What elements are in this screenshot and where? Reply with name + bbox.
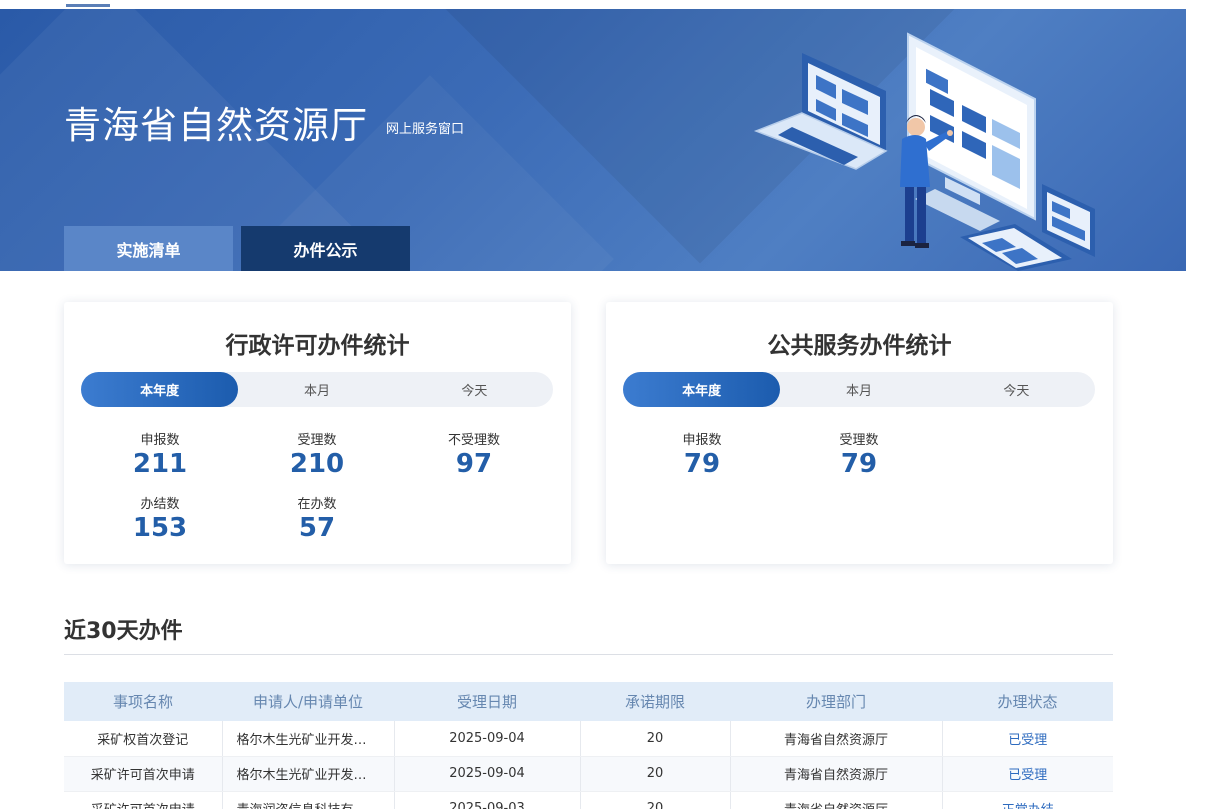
column-header-accept-date: 受理日期 [394, 682, 580, 721]
stat-value: 57 [298, 513, 336, 543]
cell-department: 青海省自然资源厅 [730, 721, 943, 757]
period-this-month[interactable]: 本月 [238, 372, 395, 407]
stat-accepted: 受理数 79 [799, 429, 919, 479]
column-header-promised-limit: 承诺期限 [580, 682, 730, 721]
table-row[interactable]: 采矿许可首次申请 青海润咨信息科技有… 2025-09-03 20 青海省自然资… [64, 791, 1113, 809]
cell-department: 青海省自然资源厅 [730, 756, 943, 792]
cell-status-link[interactable]: 正常办结 [942, 791, 1113, 809]
public-service-stats-card: 公共服务办件统计 本年度 本月 今天 申报数 79 受理数 79 [606, 302, 1113, 564]
table-row[interactable]: 采矿许可首次申请 格尔木生光矿业开发… 2025-09-04 20 青海省自然资… [64, 756, 1113, 792]
stat-value: 211 [132, 449, 188, 479]
column-header-status: 办理状态 [942, 682, 1113, 721]
column-header-department: 办理部门 [730, 682, 942, 721]
stat-value: 79 [840, 449, 878, 479]
column-header-item-name: 事项名称 [64, 682, 222, 721]
section-title-recent-cases: 近30天办件 [64, 619, 183, 644]
cell-applicant: 青海润咨信息科技有… [222, 791, 395, 809]
period-switcher: 本年度 本月 今天 [81, 372, 553, 407]
stat-label: 办结数 [140, 497, 180, 512]
cell-applicant: 格尔木生光矿业开发… [222, 756, 395, 792]
top-nav-bar [0, 0, 1231, 9]
stat-declared: 申报数 79 [642, 429, 762, 479]
period-switcher: 本年度 本月 今天 [623, 372, 1095, 407]
stat-label: 不受理数 [447, 433, 500, 448]
cell-status-link[interactable]: 已受理 [942, 756, 1113, 792]
header-banner: 青海省自然资源厅 网上服务窗口 实施清单 办件公示 [0, 9, 1186, 271]
stat-in-progress: 在办数 57 [257, 493, 377, 543]
cell-promised-limit: 20 [580, 721, 731, 757]
section-divider [64, 654, 1113, 655]
tab-implementation-list[interactable]: 实施清单 [64, 226, 233, 271]
stat-value: 97 [455, 449, 493, 479]
admin-license-stats-card: 行政许可办件统计 本年度 本月 今天 申报数 211 受理数 210 不受理数 … [64, 302, 571, 564]
stat-label: 申报数 [682, 433, 722, 448]
cell-accept-date: 2025-09-04 [394, 721, 581, 757]
card-title: 公共服务办件统计 [767, 333, 952, 359]
nav-active-indicator [66, 4, 110, 7]
stat-value: 153 [132, 513, 188, 543]
site-title: 青海省自然资源厅 [64, 104, 368, 147]
table-row[interactable]: 采矿权首次登记 格尔木生光矿业开发… 2025-09-04 20 青海省自然资源… [64, 721, 1113, 757]
tab-case-publicity[interactable]: 办件公示 [241, 226, 410, 271]
cell-item-name: 采矿权首次登记 [64, 721, 223, 757]
stat-label: 受理数 [839, 433, 879, 448]
stat-not-accepted: 不受理数 97 [414, 429, 534, 479]
cell-department: 青海省自然资源厅 [730, 791, 943, 809]
recent-cases-table: 事项名称 申请人/申请单位 受理日期 承诺期限 办理部门 办理状态 采矿权首次登… [64, 682, 1113, 809]
period-today[interactable]: 今天 [396, 372, 553, 407]
period-this-month[interactable]: 本月 [780, 372, 937, 407]
stat-value: 210 [289, 449, 345, 479]
stat-label: 申报数 [140, 433, 180, 448]
cell-promised-limit: 20 [580, 791, 731, 809]
cell-status-link[interactable]: 已受理 [942, 721, 1113, 757]
period-today[interactable]: 今天 [938, 372, 1095, 407]
cell-accept-date: 2025-09-04 [394, 756, 581, 792]
period-this-year[interactable]: 本年度 [81, 372, 239, 407]
stat-accepted: 受理数 210 [257, 429, 377, 479]
cell-accept-date: 2025-09-03 [394, 791, 581, 809]
cell-item-name: 采矿许可首次申请 [64, 791, 223, 809]
online-service-illustration [753, 32, 1095, 271]
column-header-applicant: 申请人/申请单位 [222, 682, 394, 721]
stat-completed: 办结数 153 [100, 493, 220, 543]
cell-promised-limit: 20 [580, 756, 731, 792]
cell-applicant: 格尔木生光矿业开发… [222, 721, 395, 757]
table-header-row: 事项名称 申请人/申请单位 受理日期 承诺期限 办理部门 办理状态 [64, 682, 1113, 721]
page-margin [1186, 0, 1231, 809]
cell-item-name: 采矿许可首次申请 [64, 756, 223, 792]
stat-declared: 申报数 211 [100, 429, 220, 479]
stat-value: 79 [683, 449, 721, 479]
stat-label: 在办数 [297, 497, 337, 512]
site-subtitle: 网上服务窗口 [386, 122, 465, 137]
period-this-year[interactable]: 本年度 [623, 372, 781, 407]
card-title: 行政许可办件统计 [225, 333, 410, 359]
stat-label: 受理数 [297, 433, 337, 448]
